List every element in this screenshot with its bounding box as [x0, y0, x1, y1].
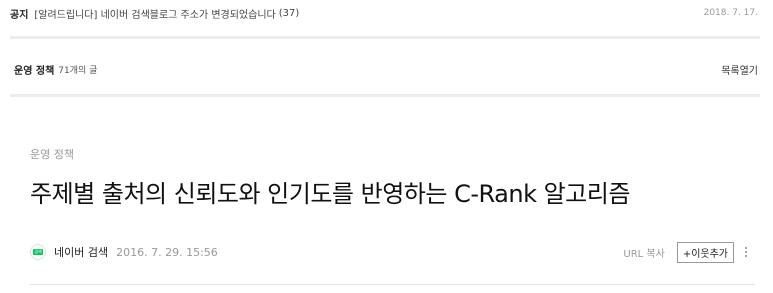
post-category[interactable]: 운영 정책 [30, 146, 74, 162]
url-copy-button[interactable]: URL 복사 [623, 245, 664, 260]
category-name[interactable]: 운영 정책 [14, 62, 54, 77]
divider [10, 36, 760, 39]
divider [10, 94, 760, 97]
open-list-button[interactable]: 목록열기 [721, 62, 758, 77]
divider [30, 284, 755, 285]
vertical-dots-icon[interactable] [742, 245, 750, 259]
post-title: 주제별 출처의 신뢰도와 인기도를 반영하는 C-Rank 알고리즘 [30, 180, 630, 208]
add-neighbor-button[interactable]: +이웃추가 [676, 241, 734, 263]
naver-avatar-icon[interactable]: 검색 [30, 244, 46, 260]
notice-comment-count[interactable]: (37) [279, 8, 300, 19]
post-meta: 검색 네이버 검색 2016. 7. 29. 15:56 URL 복사 +이웃추… [30, 240, 750, 264]
post-date: 2016. 7. 29. 15:56 [116, 245, 218, 259]
dot [745, 251, 747, 253]
category-bar: 운영 정책 71개의 글 목록열기 [0, 56, 760, 82]
category-post-count: 71개의 글 [58, 65, 98, 76]
notice-link[interactable]: [알려드립니다] 네이버 검색블로그 주소가 변경되었습니다 [34, 6, 275, 21]
notice-bar: 공지 [알려드립니다] 네이버 검색블로그 주소가 변경되었습니다 (37) 2… [0, 0, 760, 26]
author-name[interactable]: 네이버 검색 [54, 244, 108, 260]
dot [745, 247, 747, 249]
notice-date: 2018. 7. 17. [703, 8, 758, 18]
avatar-label: 검색 [33, 249, 43, 255]
dot [745, 255, 747, 257]
notice-tag: 공지 [10, 9, 29, 21]
